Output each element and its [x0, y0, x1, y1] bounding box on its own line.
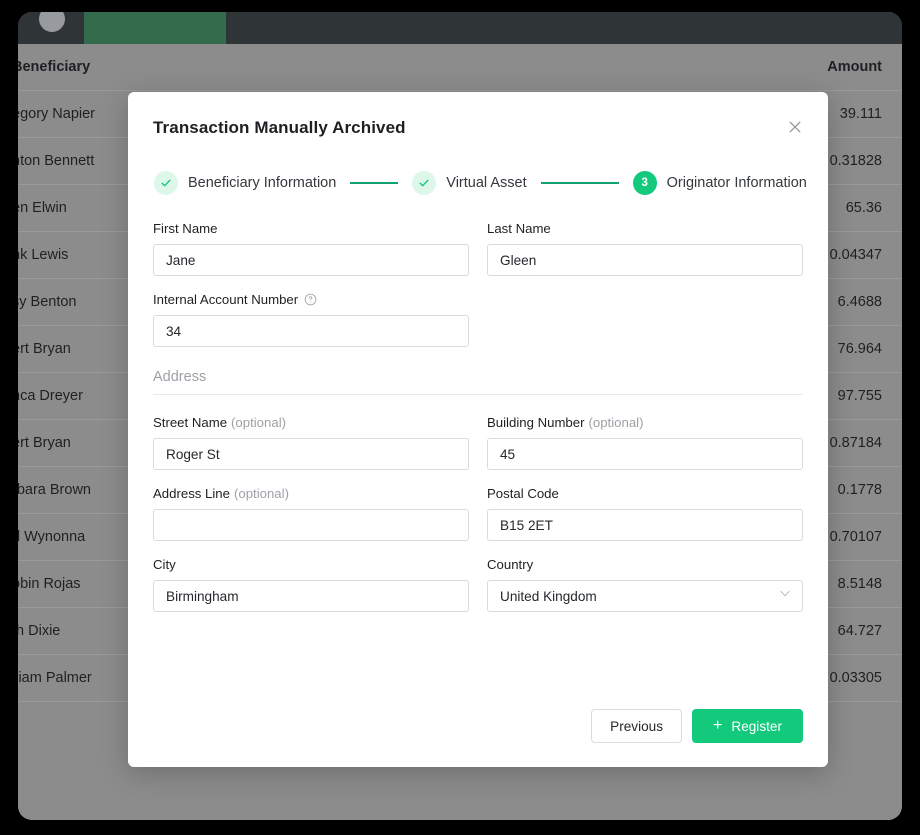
address-section: Address — [153, 369, 803, 395]
field-street-name: Street Name (optional) — [153, 415, 469, 470]
help-circle-icon[interactable] — [304, 293, 317, 306]
building-number-input[interactable] — [487, 438, 803, 470]
field-last-name: Last Name — [487, 221, 803, 276]
circle-logo-icon — [39, 12, 65, 32]
country-select-wrapper — [487, 580, 803, 612]
label-postal-code: Postal Code — [487, 486, 559, 501]
label-country: Country — [487, 557, 534, 572]
field-building-number: Building Number (optional) — [487, 415, 803, 470]
cell-beneficiary: lliam Palmer — [18, 670, 92, 686]
row-internal-account: Internal Account Number — [153, 292, 803, 347]
optional-tag: (optional) — [231, 415, 287, 430]
cell-beneficiary: th Dixie — [18, 623, 61, 639]
stepper: Beneficiary Information Virtual Asset 3 … — [153, 171, 807, 195]
field-spacer — [487, 292, 803, 347]
label-internal-account-number: Internal Account Number — [153, 292, 469, 307]
postal-code-input[interactable] — [487, 509, 803, 541]
step-beneficiary-information[interactable]: Beneficiary Information — [154, 171, 336, 195]
first-name-input[interactable] — [153, 244, 469, 276]
cell-beneficiary: en Elwin — [18, 200, 67, 216]
step-number-badge: 3 — [632, 171, 657, 195]
table-header-row: Beneficiary Amount — [18, 44, 902, 91]
previous-button[interactable]: Previous — [591, 709, 683, 743]
field-country: Country — [487, 557, 803, 612]
column-header-beneficiary: Beneficiary — [18, 59, 91, 75]
check-icon — [412, 171, 437, 195]
top-navbar — [18, 12, 902, 44]
city-input[interactable] — [153, 580, 469, 612]
label-text: Address Line — [153, 486, 230, 501]
modal-title: Transaction Manually Archived — [153, 118, 406, 137]
label-text: Street Name — [153, 415, 228, 430]
field-postal-code: Postal Code — [487, 486, 803, 541]
optional-tag: (optional) — [233, 486, 289, 501]
register-button[interactable]: + Register — [692, 709, 803, 743]
step-virtual-asset[interactable]: Virtual Asset — [412, 171, 527, 195]
nav-active-tab[interactable] — [84, 12, 226, 44]
field-city: City — [153, 557, 469, 612]
label-text: Internal Account Number — [153, 292, 299, 307]
row-city-country: City Country — [153, 557, 803, 612]
cell-beneficiary: obin Rojas — [18, 576, 81, 592]
step-originator-information[interactable]: 3 Originator Information — [632, 171, 807, 195]
label-address-line: Address Line (optional) — [153, 486, 469, 501]
step-label: Virtual Asset — [446, 175, 527, 191]
field-first-name: First Name — [153, 221, 469, 276]
row-names: First Name Last Name — [153, 221, 803, 276]
label-city: City — [153, 557, 176, 572]
address-section-title: Address — [153, 369, 803, 395]
step-connector — [350, 182, 399, 184]
cell-beneficiary: nk Lewis — [18, 247, 69, 263]
address-line-input[interactable] — [153, 509, 469, 541]
field-address-line: Address Line (optional) — [153, 486, 469, 541]
step-label: Originator Information — [666, 175, 807, 191]
last-name-input[interactable] — [487, 244, 803, 276]
label-text: Building Number — [487, 415, 585, 430]
cell-beneficiary: nca Dreyer — [18, 388, 83, 404]
cell-beneficiary: egory Napier — [18, 106, 96, 122]
transaction-archive-modal: Transaction Manually Archived Beneficiar… — [128, 92, 828, 767]
country-select[interactable] — [487, 580, 803, 612]
cell-beneficiary: ert Bryan — [18, 435, 71, 451]
street-name-input[interactable] — [153, 438, 469, 470]
label-last-name: Last Name — [487, 221, 551, 236]
plus-icon: + — [713, 717, 723, 734]
close-icon[interactable] — [784, 116, 806, 138]
row-street-building: Street Name (optional) Building Number (… — [153, 415, 803, 470]
label-building-number: Building Number (optional) — [487, 415, 803, 430]
cell-beneficiary: ert Bryan — [18, 341, 71, 357]
internal-account-number-input[interactable] — [153, 315, 469, 347]
cell-beneficiary: rl Wynonna — [18, 529, 86, 545]
step-label: Beneficiary Information — [188, 175, 337, 191]
field-internal-account-number: Internal Account Number — [153, 292, 469, 347]
cell-beneficiary: rbara Brown — [18, 482, 91, 498]
modal-footer: Previous + Register — [591, 709, 803, 743]
cell-beneficiary: nton Bennett — [18, 153, 95, 169]
row-address-postal: Address Line (optional) Postal Code — [153, 486, 803, 541]
step-connector — [540, 182, 619, 184]
originator-form: First Name Last Name Internal Account Nu… — [153, 221, 803, 612]
check-icon — [154, 171, 178, 195]
app-logo[interactable] — [18, 12, 84, 44]
cell-beneficiary: sy Benton — [18, 294, 77, 310]
column-header-amount: Amount — [827, 59, 882, 75]
register-button-label: Register — [731, 718, 782, 734]
label-first-name: First Name — [153, 221, 218, 236]
nav-empty-area — [226, 12, 902, 44]
label-street-name: Street Name (optional) — [153, 415, 469, 430]
optional-tag: (optional) — [588, 415, 644, 430]
app-window: Beneficiary Amount egory Napier 39.111 nto… — [18, 12, 902, 820]
